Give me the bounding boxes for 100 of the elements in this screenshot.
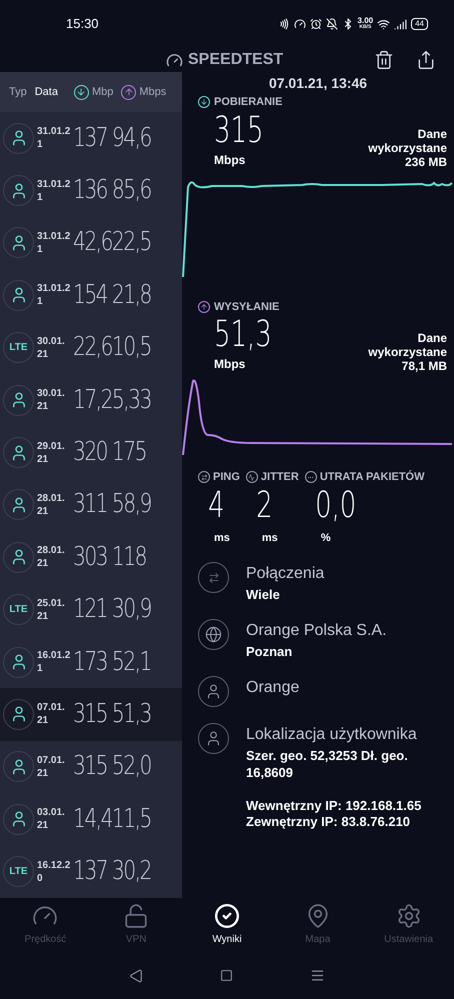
date-text: 30.01. [37,334,66,348]
check-icon [214,903,240,929]
speed-values: 315 52,0 [73,750,151,784]
user-icon [3,227,34,258]
user-icon [3,646,34,678]
settings-icon [396,903,422,929]
home-button[interactable] [220,969,233,982]
info-title: Orange Polska S.A. [246,621,388,641]
upload-icon [121,84,136,100]
data-used-label: Dane [418,331,447,345]
user-icon [3,122,34,154]
wifi-icon [377,18,390,30]
user-icon [3,751,34,782]
user-icon [3,175,34,206]
date-text: 25.01. [37,596,66,610]
date-text: 21 [37,557,50,570]
date-text: 28.01. [37,544,66,558]
test-date: 07.01.21, 13:46 [268,74,368,93]
lte-badge: LTE [3,856,34,888]
user-icon [3,542,34,573]
date-text: 21 [37,766,50,780]
back-button[interactable] [128,968,143,982]
date-text: 21 [37,452,50,466]
column-header[interactable]: Data [34,84,58,100]
metric-value: 2 [254,486,274,526]
share-button[interactable] [416,50,436,70]
date-text: 31.01.2 [37,230,72,243]
info-title: Połączenia [246,564,326,584]
globe-icon [198,619,229,650]
user-icon [3,698,34,730]
user-icon [3,280,34,311]
test-value: 315 [214,110,264,150]
test-label: WYSYŁANIE [214,300,280,314]
info-detail: Poznan [246,643,294,660]
speed-values: 154 21,8 [73,278,151,312]
alarm-icon [310,18,322,30]
date-text: 1 [37,295,44,308]
speed-values: 17,25,33 [73,384,151,417]
date-text: 16.12.2 [37,858,72,872]
nav-tab[interactable]: Wyniki [182,903,272,947]
column-header[interactable]: Mbps [139,84,166,100]
speed-values: 137 30,2 [73,855,151,888]
user-icon [3,437,34,468]
date-text: 21 [37,819,50,832]
ip-address: Zewnętrzny IP: 83.8.76.210 [246,814,412,830]
recent-apps-button[interactable] [310,968,326,983]
speed-values: 121 30,9 [73,593,151,626]
date-text: 1 [37,662,44,676]
metric-label: JITTER [260,470,299,485]
column-header[interactable]: Mbp [92,84,114,100]
info-detail: Szer. geo. 52,3253 Dł. geo. 16,8609 [246,747,409,781]
upload-icon [198,300,210,313]
speed-values: 14,411,5 [73,802,151,836]
date-text: 29.01. [37,440,66,453]
lte-badge: LTE [3,332,34,364]
unit-label: % [320,530,332,546]
date-text: 16.01.2 [37,649,72,662]
data-used-label: Dane [418,126,447,140]
info-detail: Wiele [246,586,281,603]
speed-values: 315 51,3 [73,698,151,731]
user-icon [3,384,34,416]
speed-values: 320 175 [73,436,146,470]
packet-loss-icon [304,471,317,484]
date-text: 21 [37,400,50,414]
date-text: 31.01.2 [37,178,72,191]
muted-bell-icon [326,18,338,30]
speed-values: 303 118 [73,540,146,574]
unit-label: Mbps [214,356,246,373]
ping-icon [198,471,210,484]
date-text: 1 [37,242,44,256]
date-text: 31.01.2 [37,125,72,138]
clock: 15:30 [66,15,99,34]
column-header[interactable]: Typ [9,84,27,100]
metric-label: PING [213,470,240,485]
date-text: 07.01. [37,701,66,714]
data-used-label: wykorzystane [368,345,447,359]
user-icon [3,804,34,835]
date-text: 03.01. [37,806,66,820]
speed-values: 136 85,6 [73,174,151,208]
download-icon [74,84,89,100]
nfc-icon [278,18,290,30]
date-text: 28.01. [37,492,66,505]
user-icon [198,723,229,754]
speed-values: 311 58,9 [73,488,151,522]
date-text: 31.01.2 [37,282,72,296]
network-speed: 3.00 [358,17,374,24]
app-title: SPEEDTEST [188,50,284,70]
delete-button[interactable] [374,50,394,70]
gauge-icon [294,18,306,30]
info-title: Orange [246,678,300,698]
user-icon [3,489,34,520]
date-text: 21 [37,504,50,518]
padlock-icon [123,903,150,929]
unit-label: ms [213,530,231,546]
data-used-value: 78,1 MB [402,359,447,373]
speed-values: 173 52,1 [73,646,151,679]
unit-label: Mbps [214,152,246,168]
data-used-value: 236 MB [404,154,447,168]
date-text: 21 [37,610,50,623]
test-label: POBIERANIE [214,95,282,110]
